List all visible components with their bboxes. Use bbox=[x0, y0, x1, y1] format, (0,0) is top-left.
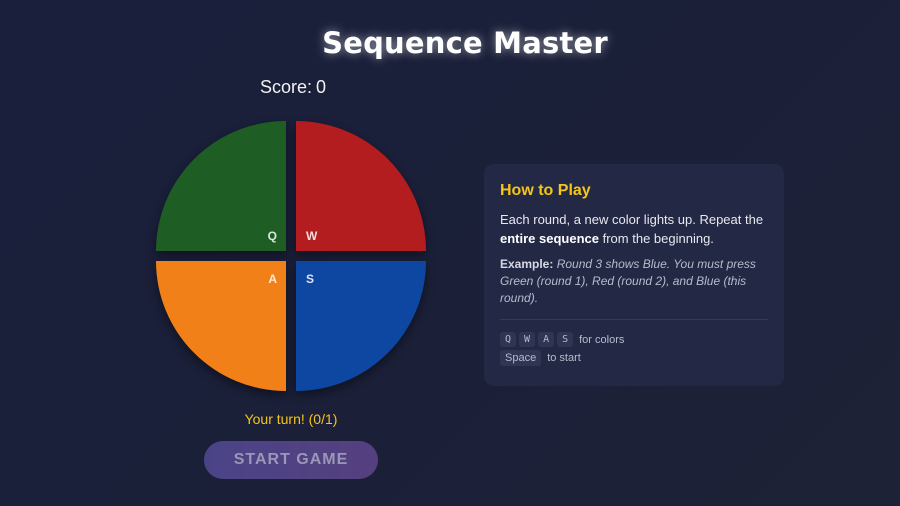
how-to-play-example: Example: Round 3 shows Blue. You must pr… bbox=[500, 256, 768, 307]
pad-red[interactable]: W bbox=[296, 121, 426, 251]
how-to-play-heading: How to Play bbox=[500, 182, 591, 199]
color-keys-row: Q W A S for colors bbox=[500, 332, 768, 347]
pad-orange[interactable]: A bbox=[156, 261, 286, 391]
score-value: 0 bbox=[316, 77, 327, 97]
intro-text-end: from the beginning. bbox=[599, 231, 714, 246]
game-title: Sequence Master bbox=[322, 26, 608, 60]
how-to-play-panel: How to Play Each round, a new color ligh… bbox=[484, 164, 784, 386]
pad-orange-key-label: A bbox=[268, 272, 277, 286]
space-key-desc: to start bbox=[547, 352, 581, 364]
color-keys-desc: for colors bbox=[579, 333, 625, 346]
pad-green-key-label: Q bbox=[267, 229, 277, 243]
key-a: A bbox=[538, 332, 555, 347]
game-board: Q W A S bbox=[156, 121, 426, 391]
panel-divider bbox=[500, 319, 768, 320]
pad-green[interactable]: Q bbox=[156, 121, 286, 251]
pad-blue-key-label: S bbox=[306, 272, 315, 286]
how-to-play-intro: Each round, a new color lights up. Repea… bbox=[500, 210, 768, 248]
key-space: Space bbox=[500, 350, 542, 366]
score-display: Score: 0 bbox=[200, 77, 382, 98]
key-w: W bbox=[519, 332, 536, 347]
intro-bold-text: entire sequence bbox=[500, 231, 599, 246]
start-game-button[interactable]: START GAME bbox=[204, 441, 378, 479]
space-key-row: Space to start bbox=[500, 350, 768, 366]
score-label: Score: bbox=[259, 77, 312, 97]
pad-blue[interactable]: S bbox=[296, 261, 426, 391]
key-s: S bbox=[557, 332, 574, 347]
turn-status: Your turn! (0/1) bbox=[244, 411, 338, 427]
pad-red-key-label: W bbox=[306, 229, 318, 243]
intro-text: Each round, a new color lights up. Repea… bbox=[500, 212, 764, 227]
key-q: Q bbox=[500, 332, 517, 347]
example-label: Example: bbox=[500, 257, 554, 271]
